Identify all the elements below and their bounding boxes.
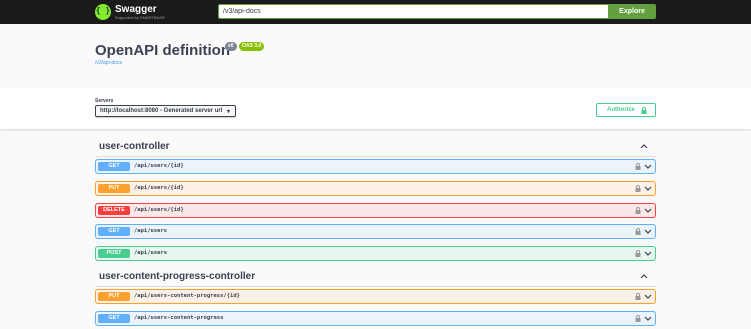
method-badge: GET	[98, 227, 130, 236]
api-info: OpenAPI definition v0 OAS 3.0 /v3/api-do…	[0, 24, 751, 88]
operation-put-users-content-progress-id[interactable]: PUT /api/users-content-progress/{id}	[95, 289, 656, 304]
operation-post-users[interactable]: POST /api/users	[95, 246, 656, 261]
oas-badge: OAS 3.0	[239, 42, 265, 51]
page-title: OpenAPI definition	[95, 42, 230, 59]
chevron-down-icon	[644, 229, 652, 234]
chevron-up-icon	[640, 144, 648, 149]
tag-title: user-content-progress-controller	[99, 271, 256, 282]
operation-get-users[interactable]: GET /api/users	[95, 224, 656, 239]
chevron-down-icon	[644, 208, 652, 213]
logo-subtitle: Supported by SMARTBEAR	[115, 15, 165, 20]
explore-button[interactable]: Explore	[608, 4, 656, 19]
lock-icon[interactable]	[635, 185, 641, 192]
lock-icon	[641, 107, 647, 114]
chevron-down-icon	[644, 316, 652, 321]
operation-put-users-id[interactable]: PUT /api/users/{id}	[95, 181, 656, 196]
method-badge: POST	[98, 249, 130, 258]
lock-icon[interactable]	[635, 293, 641, 300]
lock-icon[interactable]	[635, 163, 641, 170]
operation-path: /api/users-content-progress	[134, 315, 224, 321]
api-url-input[interactable]	[218, 4, 608, 19]
method-badge: PUT	[98, 292, 130, 301]
tag-header-user-content-progress-controller[interactable]: user-content-progress-controller	[95, 267, 656, 287]
logo-title: Swagger	[115, 4, 157, 15]
operation-path: /api/users/{id}	[134, 163, 184, 169]
lock-icon[interactable]	[635, 315, 641, 322]
chevron-down-icon	[644, 294, 652, 299]
lock-icon[interactable]	[635, 207, 641, 214]
chevron-up-icon	[640, 274, 648, 279]
authorize-button[interactable]: Authorize	[596, 103, 656, 117]
scheme-container: Servers http://localhost:8080 - Generate…	[0, 88, 751, 129]
authorize-label: Authorize	[607, 107, 635, 113]
swagger-logo[interactable]: Swagger Supported by SMARTBEAR	[95, 3, 165, 21]
operation-path: /api/users	[134, 250, 168, 256]
chevron-down-icon	[644, 164, 652, 169]
swagger-logo-icon	[95, 4, 111, 20]
tag-header-user-controller[interactable]: user-controller	[95, 137, 656, 157]
operation-get-users-id[interactable]: GET /api/users/{id}	[95, 159, 656, 174]
version-badge: v0	[225, 42, 237, 51]
top-bar: Swagger Supported by SMARTBEAR Explore	[0, 0, 751, 24]
chevron-down-icon	[644, 186, 652, 191]
api-docs-link[interactable]: /v3/api-docs	[95, 60, 122, 66]
operation-path: /api/users/{id}	[134, 207, 184, 213]
lock-icon[interactable]	[635, 228, 641, 235]
chevron-down-icon	[644, 251, 652, 256]
operation-path: /api/users-content-progress/{id}	[134, 293, 240, 299]
method-badge: DELETE	[98, 206, 130, 215]
operation-get-users-content-progress[interactable]: GET /api/users-content-progress	[95, 311, 656, 326]
servers-selected-value: http://localhost:8080 - Generated server…	[100, 108, 223, 114]
lock-icon[interactable]	[635, 250, 641, 257]
method-badge: PUT	[98, 184, 130, 193]
operation-path: /api/users	[134, 228, 168, 234]
operation-path: /api/users/{id}	[134, 185, 184, 191]
method-badge: GET	[98, 162, 130, 171]
operation-delete-users-id[interactable]: DELETE /api/users/{id}	[95, 203, 656, 218]
servers-label: Servers	[95, 98, 114, 104]
chevron-down-icon: ▾	[226, 109, 230, 115]
servers-select[interactable]: http://localhost:8080 - Generated server…	[95, 105, 236, 117]
method-badge: GET	[98, 314, 130, 323]
tag-title: user-controller	[99, 141, 170, 152]
